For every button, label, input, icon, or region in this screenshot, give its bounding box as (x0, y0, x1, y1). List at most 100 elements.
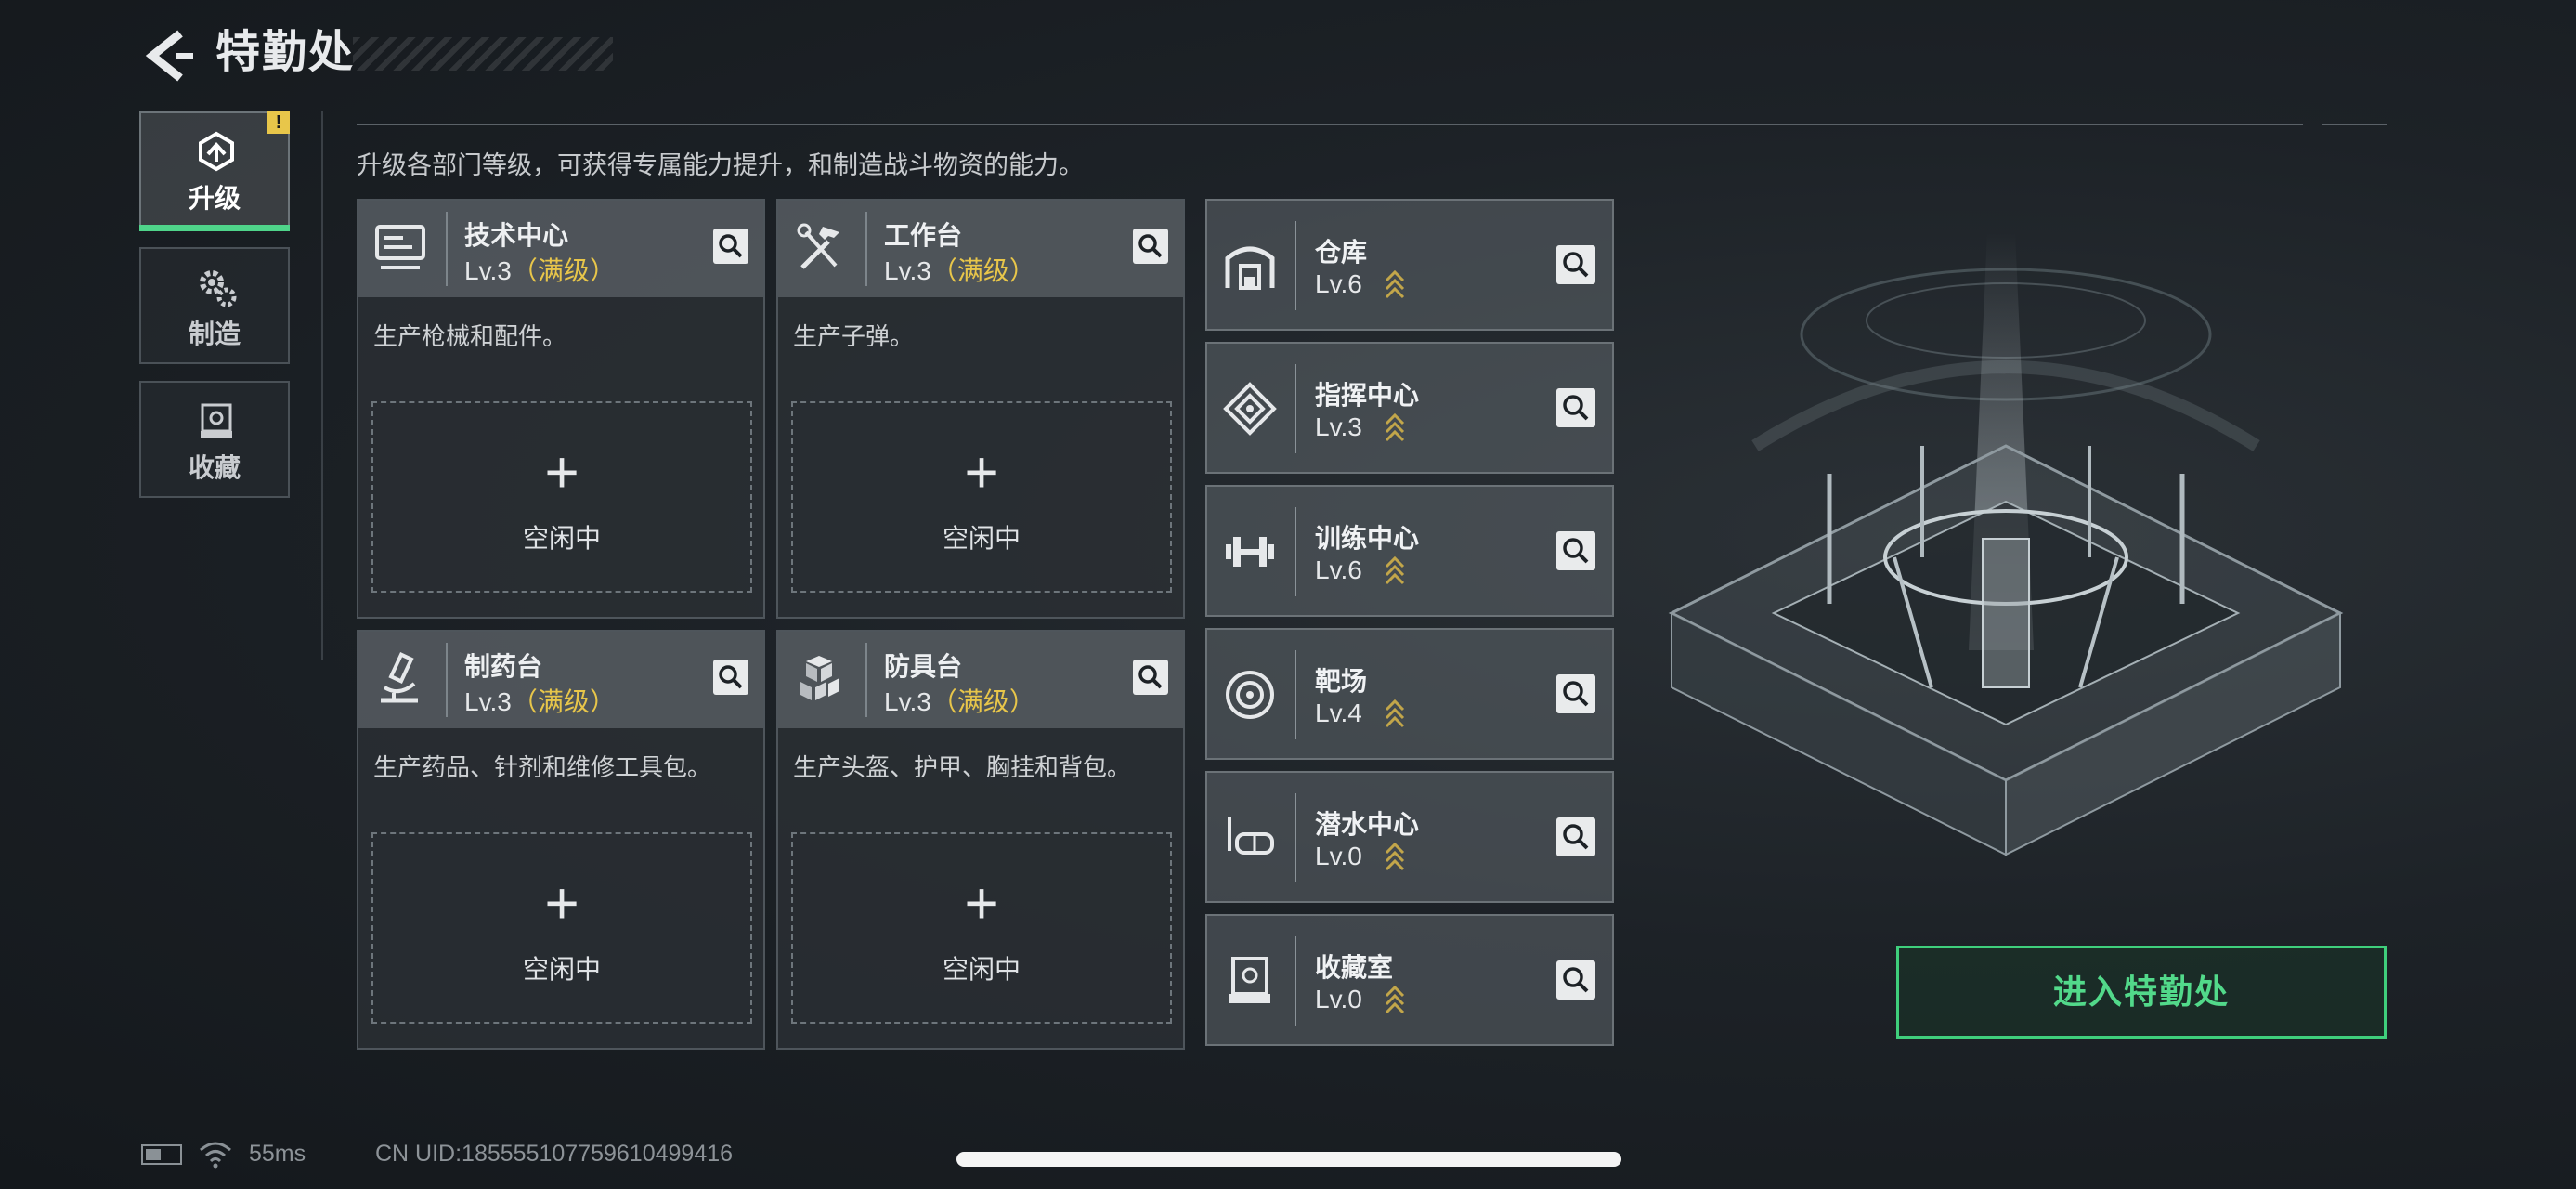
magnifier-icon[interactable] (1556, 674, 1595, 713)
page-title: 特勤处 (215, 28, 356, 77)
page-description: 升级各部门等级，可获得专属能力提升，和制造战斗物资的能力。 (357, 151, 1084, 179)
plus-icon: + (544, 869, 579, 936)
facility-training-center[interactable]: 训练中心 Lv.6 (1205, 485, 1614, 617)
slot-status: 空闲中 (522, 955, 601, 984)
card-header: 防具台 Lv.3（满级） (778, 632, 1183, 728)
tab-craft[interactable]: 制造 (139, 247, 290, 364)
workshop-description: 生产子弹。 (793, 322, 915, 350)
facility-name: 训练中心 (1315, 524, 1420, 553)
target-icon (1226, 671, 1274, 719)
workshop-name: 防具台 (884, 652, 963, 681)
wifi-icon (200, 1142, 231, 1169)
rank-chevron-icon (1385, 985, 1405, 1014)
warehouse-icon (1225, 246, 1275, 290)
workshop-level: Lv.3（满级） (884, 687, 1035, 716)
production-slot[interactable]: + 空闲中 (791, 832, 1172, 1024)
facility-name: 潜水中心 (1315, 810, 1420, 839)
active-tab-indicator (139, 225, 290, 231)
microscope-icon (381, 652, 418, 703)
facility-command-center[interactable]: 指挥中心 Lv.3 (1205, 342, 1614, 474)
plus-icon: + (964, 438, 999, 505)
facility-name: 仓库 (1315, 238, 1368, 267)
workshop-card-pharmacy[interactable]: 制药台 Lv.3（满级） 生产药品、针剂和维修工具包。 + 空闲中 (357, 630, 765, 1050)
armor-icon (800, 656, 839, 700)
magnifier-icon[interactable] (1556, 817, 1595, 856)
plus-icon: + (964, 869, 999, 936)
facility-level: Lv.4 (1315, 699, 1362, 727)
facility-warehouse[interactable]: 仓库 Lv.6 (1205, 199, 1614, 331)
magnifier-icon[interactable] (1556, 531, 1595, 570)
tab-upgrade-label: 升级 (188, 184, 241, 213)
workshop-card-tech-center[interactable]: 技术中心 Lv.3（满级） 生产枪械和配件。 + 空闲中 (357, 199, 765, 619)
display-case-icon (1229, 957, 1270, 1003)
upgrade-icon (199, 131, 234, 172)
rank-chevron-icon (1385, 699, 1405, 728)
facility-level: Lv.0 (1315, 985, 1362, 1013)
magnifier-icon[interactable] (1133, 229, 1168, 264)
back-arrow-icon[interactable] (139, 28, 195, 84)
battery-icon (141, 1144, 182, 1165)
workshop-level: Lv.3（满级） (464, 687, 616, 716)
diving-mask-icon (1228, 817, 1274, 855)
rank-chevron-icon (1385, 412, 1405, 442)
tools-icon (797, 223, 839, 269)
tab-craft-label: 制造 (188, 320, 241, 348)
facility-level: Lv.0 (1315, 842, 1362, 870)
tab-collection-label: 收藏 (188, 453, 241, 482)
facility-name: 靶场 (1315, 667, 1368, 696)
workshop-description: 生产药品、针剂和维修工具包。 (373, 753, 712, 781)
home-indicator[interactable] (956, 1152, 1621, 1167)
sidebar-divider (321, 111, 323, 660)
card-header: 技术中心 Lv.3（满级） (358, 201, 763, 297)
facility-level: Lv.6 (1315, 555, 1362, 584)
slot-status: 空闲中 (942, 955, 1021, 984)
divider-line (357, 124, 2303, 125)
workshop-card-armor-bench[interactable]: 防具台 Lv.3（满级） 生产头盔、护甲、胸挂和背包。 + 空闲中 (776, 630, 1185, 1050)
facility-collection-room[interactable]: 收藏室 Lv.0 (1205, 914, 1614, 1046)
magnifier-icon[interactable] (1556, 388, 1595, 427)
production-slot[interactable]: + 空闲中 (791, 401, 1172, 593)
facility-shooting-range[interactable]: 靶场 Lv.4 (1205, 628, 1614, 760)
tab-collection[interactable]: 收藏 (139, 381, 290, 498)
magnifier-icon[interactable] (713, 660, 748, 695)
production-slot[interactable]: + 空闲中 (371, 401, 752, 593)
dumbbell-icon (1226, 537, 1274, 567)
facility-building-illustration (1668, 232, 2344, 856)
workshop-level: Lv.3（满级） (464, 256, 616, 285)
rank-chevron-icon (1385, 842, 1405, 871)
enter-special-ops-button[interactable]: 进入特勤处 (1896, 946, 2387, 1039)
production-slot[interactable]: + 空闲中 (371, 832, 752, 1024)
ping-latency: 55ms (249, 1141, 306, 1167)
facility-name: 指挥中心 (1315, 381, 1420, 410)
facility-level: Lv.3 (1315, 412, 1362, 441)
facility-diving-center[interactable]: 潜水中心 Lv.0 (1205, 771, 1614, 903)
workshop-name: 工作台 (884, 221, 963, 250)
workshop-name: 技术中心 (464, 221, 569, 250)
workshop-name: 制药台 (464, 652, 543, 681)
workshop-description: 生产枪械和配件。 (373, 322, 567, 350)
plus-icon: + (544, 438, 579, 505)
card-header: 制药台 Lv.3（满级） (358, 632, 763, 728)
facility-name: 收藏室 (1315, 953, 1394, 982)
divider-line-right (2322, 124, 2387, 125)
command-icon (1223, 382, 1277, 436)
player-uid: CN UID:1855551077596104994​16 (375, 1141, 734, 1167)
slot-status: 空闲中 (942, 524, 1021, 553)
facility-level: Lv.6 (1315, 269, 1362, 298)
card-header: 工作台 Lv.3（满级） (778, 201, 1183, 297)
magnifier-icon[interactable] (713, 229, 748, 264)
slot-status: 空闲中 (522, 524, 601, 553)
magnifier-icon[interactable] (1556, 960, 1595, 1000)
gears-icon (200, 270, 237, 307)
alert-badge: ! (267, 111, 290, 134)
rank-chevron-icon (1385, 555, 1405, 585)
magnifier-icon[interactable] (1556, 245, 1595, 284)
rank-chevron-icon (1385, 269, 1405, 299)
workshop-description: 生产头盔、护甲、胸挂和背包。 (793, 753, 1132, 781)
workshop-level: Lv.3（满级） (884, 256, 1035, 285)
monitor-icon (375, 225, 425, 269)
title-stripe-decoration (353, 37, 613, 71)
magnifier-icon[interactable] (1133, 660, 1168, 695)
collection-icon (201, 403, 232, 438)
workshop-card-workbench[interactable]: 工作台 Lv.3（满级） 生产子弹。 + 空闲中 (776, 199, 1185, 619)
